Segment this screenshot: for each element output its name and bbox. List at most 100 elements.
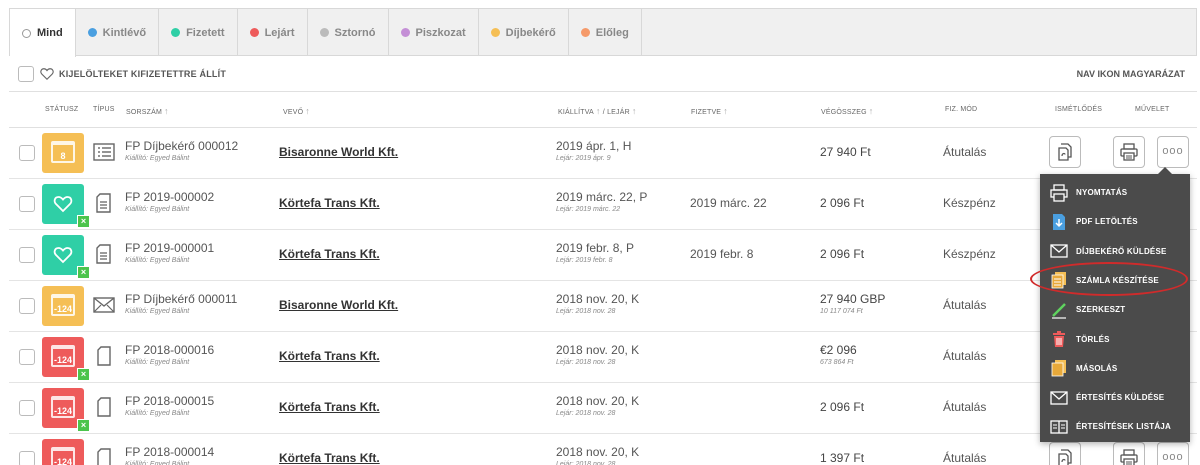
invoice-number[interactable]: FP 2018-000014	[125, 445, 214, 459]
buyer-link[interactable]: Körtefa Trans Kft.	[279, 196, 380, 210]
buyer-link[interactable]: Bisaronne World Kft.	[279, 298, 398, 312]
recurring-button[interactable]	[1049, 136, 1081, 168]
due-date: Lejár: 2019 febr. 8	[556, 257, 613, 264]
doc-icon	[93, 397, 115, 417]
print-button[interactable]	[1113, 136, 1145, 168]
status-dot-icon	[171, 28, 181, 37]
row-checkbox[interactable]	[19, 298, 35, 314]
book-icon	[1050, 418, 1068, 436]
header-issued-due[interactable]: KIÁLLÍTVA ↑ / LEJÁR ↑	[558, 106, 637, 116]
buyer-link[interactable]: Körtefa Trans Kft.	[279, 400, 380, 414]
invoice-number[interactable]: FP 2018-000016	[125, 343, 214, 357]
header-recurring: ISMÉTLŐDÉS	[1055, 106, 1103, 113]
menu-item[interactable]: MÁSOLÁS	[1040, 354, 1190, 383]
menu-item-label: NYOMTATÁS	[1076, 188, 1128, 197]
printer-icon	[1119, 142, 1139, 162]
due-date: Lejár: 2018 nov. 28	[556, 359, 616, 366]
tab-kintlevo[interactable]: Kintlévő	[76, 9, 160, 56]
header-total[interactable]: VÉGÖSSZEG ↑	[821, 106, 873, 116]
due-date: Lejár: 2018 nov. 28	[556, 461, 616, 465]
table-row[interactable]: × FP 2019-000002 Kiállító: Egyed Bálint Kör…	[9, 179, 1197, 230]
row-checkbox[interactable]	[19, 451, 35, 465]
sort-arrow-icon: ↑	[723, 106, 728, 116]
pdf-download-icon	[1050, 213, 1068, 231]
menu-item[interactable]: TÖRLÉS	[1040, 325, 1190, 354]
action-dropdown-menu: NYOMTATÁS PDF LETÖLTÉS DÍJBEKÉRŐ KÜLDÉSE SZ…	[1040, 167, 1190, 442]
days-badge: -124	[53, 355, 72, 365]
invoice-number[interactable]: FP 2019-000001	[125, 241, 214, 255]
header-paid[interactable]: FIZETVE ↑	[691, 106, 728, 116]
doc-icon	[93, 346, 115, 366]
row-checkbox[interactable]	[19, 145, 35, 161]
payment-method: Átutalás	[943, 349, 987, 363]
doc-lines-icon	[93, 193, 115, 213]
radio-icon	[22, 28, 31, 38]
copy-icon	[1050, 359, 1068, 377]
table-row[interactable]: 8 FP Díjbekérő 000012 Kiállító: Egyed Báli…	[9, 128, 1197, 179]
status-badge: -124×	[42, 337, 90, 381]
tab-dijbekero[interactable]: Díjbekérő	[479, 9, 569, 56]
tab-sztorno[interactable]: Sztornó	[308, 9, 389, 56]
table-row[interactable]: -124 × FP 2018-000016 Kiállító: Egyed Bálin…	[9, 332, 1197, 383]
tab-piszkozat[interactable]: Piszkozat	[389, 9, 479, 56]
status-badge: ×	[42, 235, 90, 279]
status-badge: -124×	[42, 388, 90, 432]
header-number[interactable]: SORSZÁM ↑	[126, 106, 169, 116]
recurring-button[interactable]	[1049, 442, 1081, 465]
menu-item[interactable]: PDF LETÖLTÉS	[1040, 207, 1190, 236]
mark-selected-paid-button[interactable]: KIJELÖLTEKET KIFIZETETTRE ÁLLÍT	[59, 69, 226, 79]
issuer-name: Kiállító: Egyed Bálint	[125, 359, 190, 366]
tab-lejart[interactable]: Lejárt	[238, 9, 308, 56]
issuer-name: Kiállító: Egyed Bálint	[125, 410, 190, 417]
table-row[interactable]: × FP 2019-000001 Kiállító: Egyed Bálint Kör…	[9, 230, 1197, 281]
buyer-link[interactable]: Körtefa Trans Kft.	[279, 349, 380, 363]
sort-arrow-icon: ↑	[595, 106, 601, 116]
invoice-number[interactable]: FP 2018-000015	[125, 394, 214, 408]
tab-eloleg[interactable]: Előleg	[569, 9, 642, 56]
menu-item[interactable]: NYOMTATÁS	[1040, 178, 1190, 207]
header-buyer[interactable]: VEVŐ ↑	[283, 106, 310, 116]
status-badge: -124×	[42, 439, 84, 465]
menu-item[interactable]: ÉRTESÍTÉSEK LISTÁJA	[1040, 412, 1190, 441]
menu-item-label: ÉRTESÍTÉS KÜLDÉSE	[1076, 393, 1165, 403]
more-actions-button[interactable]: ooo	[1157, 136, 1189, 168]
row-checkbox[interactable]	[19, 247, 35, 263]
nav-icon-legend-link[interactable]: NAV IKON MAGYARÁZAT	[1077, 69, 1185, 79]
select-all-checkbox[interactable]	[18, 65, 34, 82]
invoice-number[interactable]: FP Díjbekérő 000012	[125, 139, 238, 153]
status-dot-icon	[580, 28, 590, 37]
days-badge: -124	[53, 406, 72, 416]
nav-status-icon: ×	[77, 266, 90, 279]
menu-item-label: PDF LETÖLTÉS	[1076, 217, 1138, 227]
trash-icon	[1050, 330, 1068, 348]
status-dot-icon	[490, 28, 500, 37]
envelope-icon	[1050, 242, 1068, 260]
menu-item-label: MÁSOLÁS	[1076, 363, 1118, 373]
days-badge: -124	[53, 304, 72, 314]
buyer-link[interactable]: Körtefa Trans Kft.	[279, 247, 380, 261]
total-converted: 10 117 074 Ft	[820, 308, 863, 315]
table-row[interactable]: -124 × FP 2018-000015 Kiállító: Egyed Bálin…	[9, 383, 1197, 434]
menu-item[interactable]: ÉRTESÍTÉS KÜLDÉSE	[1040, 383, 1190, 412]
recurring-icon	[1055, 448, 1075, 465]
tab-mind[interactable]: Mind	[10, 9, 76, 57]
tab-fizetett[interactable]: Fizetett	[159, 9, 238, 56]
more-actions-button[interactable]: ooo	[1157, 442, 1189, 465]
print-button[interactable]	[1113, 442, 1145, 465]
heart-icon[interactable]	[40, 67, 54, 81]
menu-item[interactable]: SZERKESZT	[1040, 295, 1190, 324]
buyer-link[interactable]: Bisaronne World Kft.	[279, 145, 398, 159]
status-badge: -124	[42, 286, 84, 326]
table-row[interactable]: -124 FP Díjbekérő 000011 Kiállító: Egyed B…	[9, 281, 1197, 332]
buyer-link[interactable]: Körtefa Trans Kft.	[279, 451, 380, 465]
table-row[interactable]: -124× FP 2018-000014 Kiállító: Egyed Bálin…	[9, 434, 1197, 465]
menu-item-label: SZERKESZT	[1076, 305, 1126, 315]
row-checkbox[interactable]	[19, 349, 35, 365]
row-checkbox[interactable]	[19, 196, 35, 212]
total-amount: 2 096 Ft	[820, 400, 865, 414]
menu-item-label: DÍJBEKÉRŐ KÜLDÉSE	[1076, 246, 1167, 256]
invoice-number[interactable]: FP 2019-000002	[125, 190, 214, 204]
row-checkbox[interactable]	[19, 400, 35, 416]
invoice-number[interactable]: FP Díjbekérő 000011	[125, 292, 237, 306]
status-badge: ×	[42, 184, 90, 228]
